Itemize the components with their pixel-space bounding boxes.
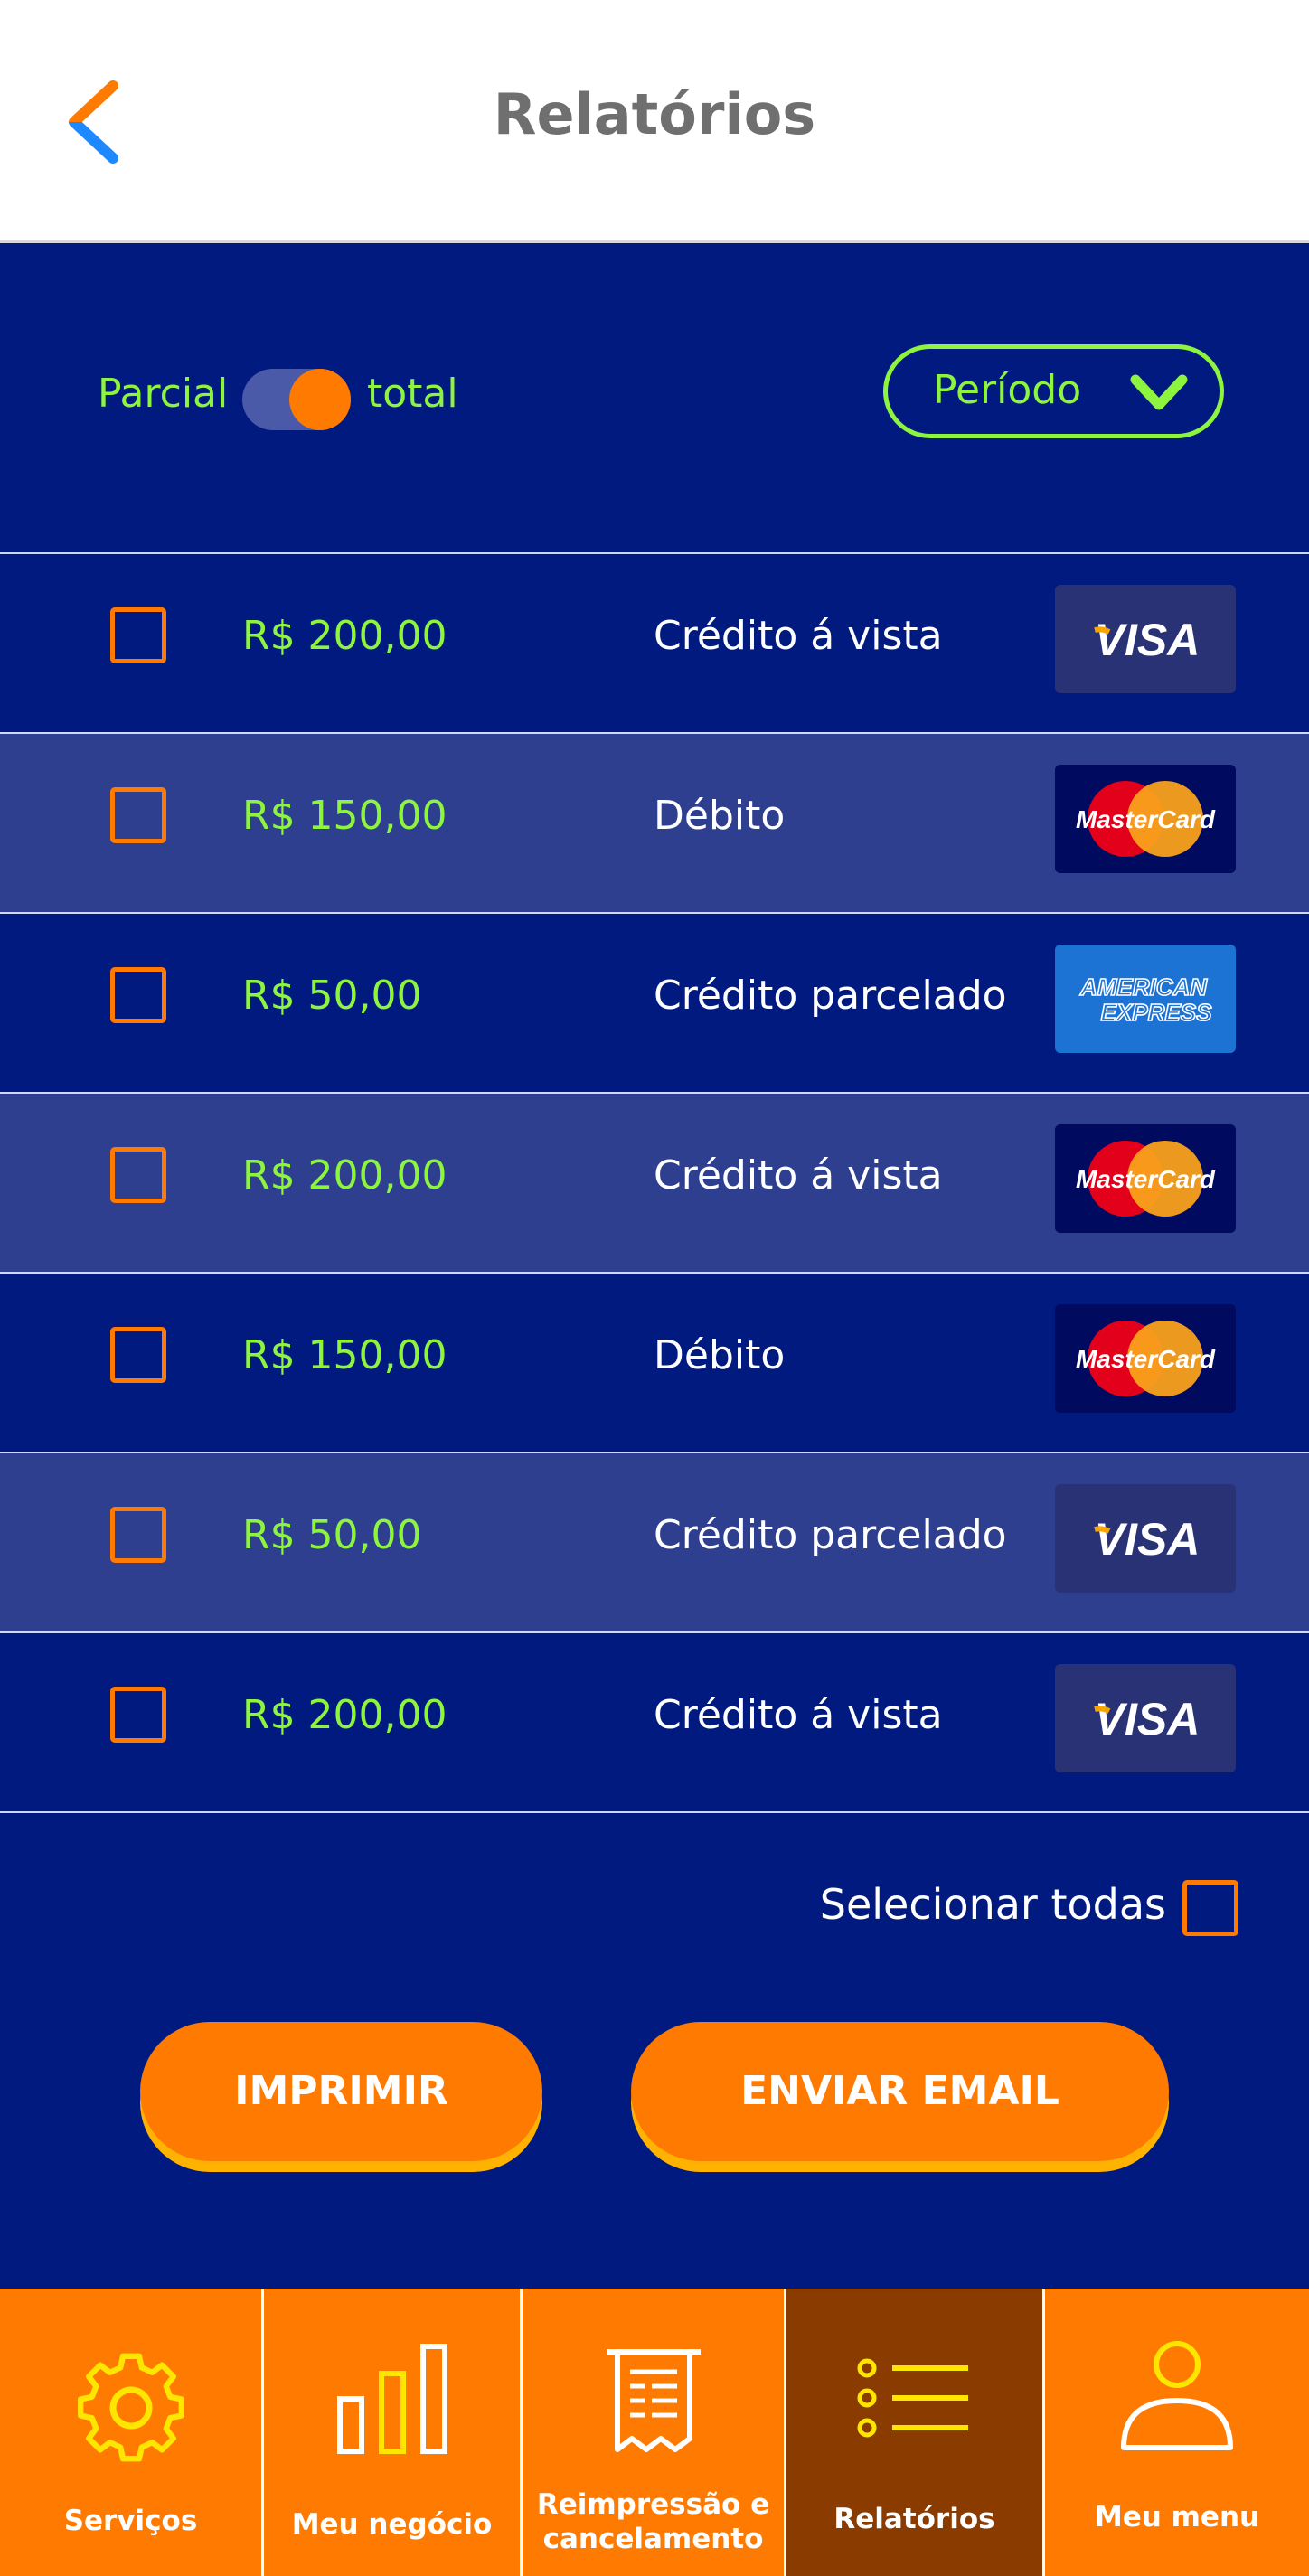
toggle-left-label: Parcial	[98, 371, 229, 417]
transaction-row[interactable]: R$ 150,00 Débito MasterCard	[0, 1274, 1309, 1453]
payment-type: Crédito á vista	[654, 1692, 943, 1738]
transaction-amount: R$ 200,00	[242, 613, 447, 659]
payment-type: Débito	[654, 793, 786, 839]
transaction-list: R$ 200,00 Crédito á vista VISA R$ 150,00…	[0, 554, 1309, 1813]
gear-icon	[77, 2353, 184, 2462]
svg-text:MasterCard: MasterCard	[1076, 1165, 1216, 1193]
mastercard-logo-icon: MasterCard	[1055, 1304, 1236, 1413]
payment-type: Débito	[654, 1332, 786, 1378]
select-all-checkbox[interactable]	[1182, 1880, 1238, 1936]
nav-label: Relatórios	[833, 2503, 995, 2535]
svg-text:VISA: VISA	[1095, 615, 1201, 665]
list-icon	[857, 2358, 968, 2438]
svg-text:VISA: VISA	[1095, 1694, 1201, 1744]
row-checkbox[interactable]	[110, 787, 166, 843]
row-checkbox[interactable]	[110, 1327, 166, 1383]
payment-type: Crédito parcelado	[654, 1512, 1007, 1558]
row-checkbox[interactable]	[110, 1687, 166, 1743]
nav-item-servicos[interactable]: Serviços	[0, 2289, 264, 2576]
payment-type: Crédito parcelado	[654, 973, 1007, 1019]
select-all-label: Selecionar todas	[819, 1880, 1166, 1929]
transaction-amount: R$ 200,00	[242, 1152, 447, 1199]
svg-text:MasterCard: MasterCard	[1076, 1345, 1216, 1373]
period-label: Período	[933, 367, 1082, 413]
print-button[interactable]: IMPRIMIR	[140, 2022, 542, 2161]
payment-type: Crédito á vista	[654, 613, 943, 659]
toggle-right-label: total	[367, 371, 458, 417]
svg-text:EXPRESS: EXPRESS	[1101, 999, 1212, 1026]
nav-label: Meu negócio	[291, 2508, 493, 2541]
transaction-row[interactable]: R$ 50,00 Crédito parcelado AMERICAN EXPRE…	[0, 914, 1309, 1094]
mastercard-logo-icon: MasterCard	[1055, 765, 1236, 873]
nav-item-relatorios[interactable]: Relatórios	[786, 2289, 1045, 2576]
row-checkbox[interactable]	[110, 1147, 166, 1203]
transaction-row[interactable]: R$ 150,00 Débito MasterCard	[0, 734, 1309, 914]
row-checkbox[interactable]	[110, 967, 166, 1023]
amex-logo-icon: AMERICAN EXPRESS	[1055, 945, 1236, 1053]
nav-item-meu-menu[interactable]: Meu menu	[1045, 2289, 1309, 2576]
svg-text:AMERICAN: AMERICAN	[1079, 973, 1208, 1001]
transaction-amount: R$ 50,00	[242, 1512, 422, 1558]
nav-label: Serviços	[63, 2505, 198, 2537]
transaction-amount: R$ 50,00	[242, 973, 422, 1019]
bar-chart-icon	[336, 2344, 447, 2454]
visa-logo-icon: VISA	[1055, 1484, 1236, 1593]
select-all[interactable]: Selecionar todas	[814, 1880, 1238, 1936]
transaction-row[interactable]: R$ 200,00 Crédito á vista VISA	[0, 554, 1309, 734]
partial-total-toggle[interactable]	[242, 369, 351, 430]
transaction-amount: R$ 150,00	[242, 793, 447, 839]
app-header: Relatórios	[0, 0, 1309, 240]
transaction-row[interactable]: R$ 50,00 Crédito parcelado VISA	[0, 1453, 1309, 1633]
visa-logo-icon: VISA	[1055, 1664, 1236, 1772]
receipt-icon	[606, 2349, 701, 2452]
svg-text:MasterCard: MasterCard	[1076, 805, 1216, 833]
payment-type: Crédito á vista	[654, 1152, 943, 1199]
nav-item-reimpressao[interactable]: Reimpressão e cancelamento	[523, 2289, 786, 2576]
transaction-row[interactable]: R$ 200,00 Crédito á vista VISA	[0, 1633, 1309, 1813]
nav-item-meu-negocio[interactable]: Meu negócio	[264, 2289, 523, 2576]
user-icon	[1121, 2341, 1233, 2450]
row-checkbox[interactable]	[110, 1507, 166, 1563]
nav-label: Meu menu	[1094, 2501, 1260, 2534]
row-checkbox[interactable]	[110, 607, 166, 663]
nav-label: Reimpressão e cancelamento	[536, 2488, 770, 2555]
send-email-button[interactable]: ENVIAR EMAIL	[631, 2022, 1169, 2161]
transaction-amount: R$ 150,00	[242, 1332, 447, 1378]
visa-logo-icon: VISA	[1055, 585, 1236, 693]
transaction-row[interactable]: R$ 200,00 Crédito á vista MasterCard	[0, 1094, 1309, 1274]
transaction-amount: R$ 200,00	[242, 1692, 447, 1738]
toggle-knob[interactable]	[289, 369, 351, 430]
period-dropdown[interactable]: Período	[883, 344, 1224, 438]
chevron-down-icon	[1130, 374, 1188, 410]
page-title: Relatórios	[493, 81, 816, 147]
bottom-nav: Serviços Meu negócio Reimpressão e cance…	[0, 2289, 1309, 2576]
mastercard-logo-icon: MasterCard	[1055, 1124, 1236, 1233]
svg-text:VISA: VISA	[1095, 1514, 1201, 1565]
